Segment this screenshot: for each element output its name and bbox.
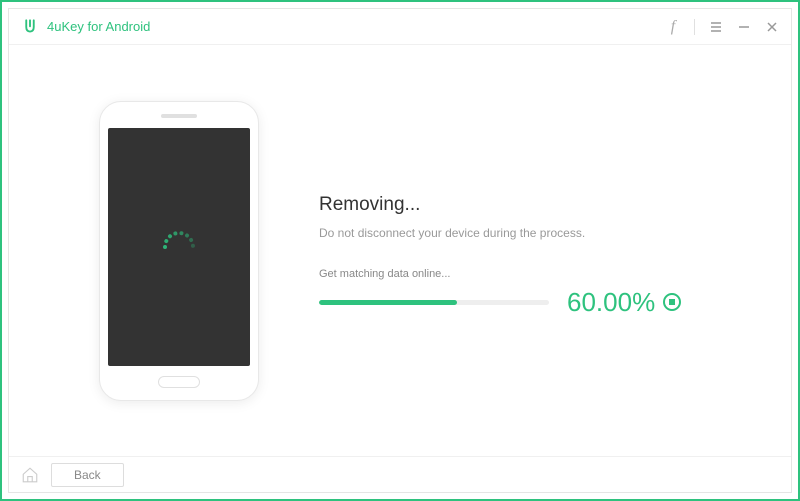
close-icon[interactable] bbox=[765, 20, 779, 34]
phone-screen bbox=[108, 128, 250, 366]
progress-percent-text: 60.00% bbox=[567, 287, 655, 318]
back-button[interactable]: Back bbox=[51, 463, 124, 487]
inner-container: 4uKey for Android f bbox=[8, 8, 792, 493]
app-logo-icon bbox=[21, 18, 39, 36]
progress-title: Removing... bbox=[319, 194, 741, 216]
main-content: Removing... Do not disconnect your devic… bbox=[9, 45, 791, 456]
minimize-icon[interactable] bbox=[737, 20, 751, 34]
progress-status: Get matching data online... bbox=[319, 268, 741, 280]
phone-mockup bbox=[99, 101, 259, 401]
progress-fill bbox=[319, 300, 457, 305]
app-window: 4uKey for Android f bbox=[0, 0, 800, 501]
facebook-icon[interactable]: f bbox=[666, 20, 680, 34]
progress-percent: 60.00% bbox=[567, 287, 681, 318]
progress-bar bbox=[319, 300, 549, 305]
divider bbox=[694, 19, 695, 35]
progress-section: Removing... Do not disconnect your devic… bbox=[259, 184, 741, 318]
titlebar-actions: f bbox=[666, 19, 779, 35]
app-title: 4uKey for Android bbox=[47, 19, 150, 34]
titlebar: 4uKey for Android f bbox=[9, 9, 791, 45]
stop-icon[interactable] bbox=[663, 293, 681, 311]
menu-icon[interactable] bbox=[709, 20, 723, 34]
footer: Back bbox=[9, 456, 791, 492]
loading-spinner-icon bbox=[161, 229, 197, 265]
phone-home-button bbox=[158, 376, 200, 388]
progress-subtitle: Do not disconnect your device during the… bbox=[319, 226, 741, 240]
progress-row: 60.00% bbox=[319, 287, 741, 318]
home-icon[interactable] bbox=[21, 466, 39, 484]
phone-speaker bbox=[161, 114, 197, 118]
